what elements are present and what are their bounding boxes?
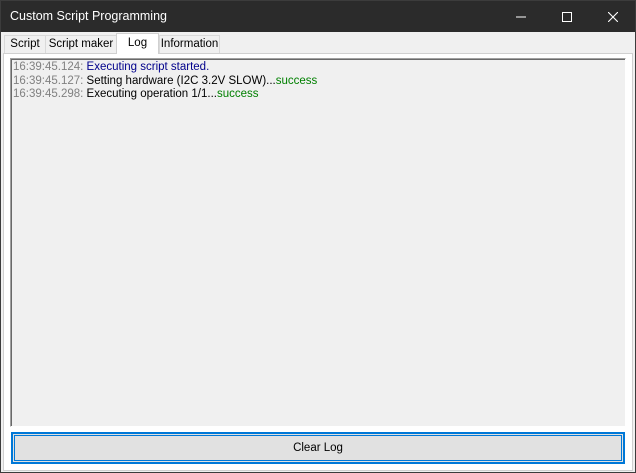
tab-strip: Script Script maker Log Information (1, 32, 635, 54)
log-tab-panel: 16:39:45.124: Executing script started. … (3, 53, 633, 471)
tab-script-maker[interactable]: Script maker (45, 35, 117, 53)
tab-log[interactable]: Log (116, 33, 159, 54)
tab-script[interactable]: Script (4, 35, 46, 53)
log-message: Executing operation 1/1... (86, 88, 217, 100)
app-window: Custom Script Programming Script Script … (0, 0, 636, 473)
maximize-button[interactable] (544, 1, 590, 32)
tab-information[interactable]: Information (159, 35, 220, 53)
log-status: success (275, 74, 318, 87)
maximize-icon (562, 11, 572, 22)
log-message: Setting hardware (I2C 3.2V SLOW)... (86, 74, 276, 87)
minimize-button[interactable] (498, 1, 544, 32)
log-line: 16:39:45.298: Executing operation 1/1...… (13, 88, 625, 102)
window-title: Custom Script Programming (10, 9, 167, 23)
close-button[interactable] (590, 1, 636, 32)
log-line: 16:39:45.127: Setting hardware (I2C 3.2V… (13, 75, 625, 89)
log-timestamp: 16:39:45.298: (13, 88, 84, 100)
log-status: success (216, 88, 259, 100)
close-icon (608, 11, 618, 22)
minimize-icon (516, 16, 526, 17)
log-timestamp: 16:39:45.124: (13, 61, 84, 73)
log-timestamp: 16:39:45.127: (13, 74, 84, 87)
title-bar[interactable]: Custom Script Programming (1, 1, 635, 32)
log-line: 16:39:45.124: Executing script started. (13, 61, 625, 75)
log-output[interactable]: 16:39:45.124: Executing script started. … (10, 58, 626, 427)
clear-log-button[interactable]: Clear Log (11, 432, 625, 464)
log-message: Executing script started. (86, 61, 210, 73)
